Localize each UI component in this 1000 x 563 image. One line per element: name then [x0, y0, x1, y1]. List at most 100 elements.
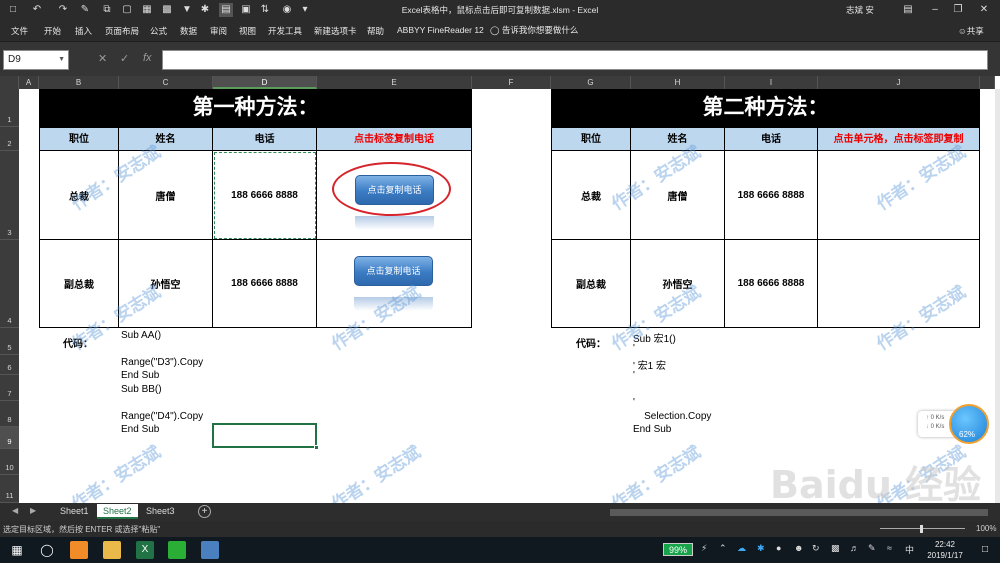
cloud-icon[interactable]: ☁ — [737, 543, 746, 554]
code1-line[interactable]: End Sub — [121, 424, 159, 435]
column-header-f[interactable]: F — [472, 76, 551, 89]
table2-cell-phone[interactable]: 188 6666 8888 — [725, 240, 818, 328]
active-cell-d9[interactable] — [212, 423, 319, 450]
table1-cell-phone-d4[interactable]: 188 6666 8888 — [213, 240, 317, 328]
cancel-icon[interactable]: ✕ — [98, 52, 107, 65]
column-header-b[interactable]: B — [39, 76, 119, 89]
chevron-up-icon[interactable]: ⌃ — [719, 543, 727, 554]
row-header-8[interactable]: 8 — [0, 401, 19, 427]
close-icon[interactable]: ✕ — [971, 1, 997, 19]
battery-indicator[interactable]: 99% — [663, 543, 693, 556]
insert-function-icon[interactable]: fx — [143, 52, 152, 64]
worksheet-grid[interactable]: 第一种方法： 职位 姓名 电话 点击标签复制电话 总裁 唐僧 188 6666 … — [19, 89, 995, 503]
add-sheet-icon[interactable]: + — [198, 505, 211, 518]
row-header-6[interactable]: 6 — [0, 355, 19, 375]
horizontal-scrollbar[interactable] — [610, 509, 988, 516]
search-icon[interactable]: ◯ — [38, 541, 56, 559]
qq-icon[interactable]: ☻ — [794, 543, 803, 553]
restore-icon[interactable]: ❐ — [945, 1, 971, 19]
tab-developer[interactable]: 开发工具 — [268, 25, 302, 37]
column-header-h[interactable]: H — [631, 76, 725, 89]
column-header-j[interactable]: J — [818, 76, 980, 89]
code2-line[interactable]: ' — [633, 397, 635, 408]
ribbon-options-icon[interactable]: ▤ — [895, 1, 921, 19]
row-header-4[interactable]: 4 — [0, 240, 19, 328]
file-explorer-icon[interactable] — [103, 541, 121, 559]
column-header-c[interactable]: C — [119, 76, 213, 89]
tab-file[interactable]: 文件 — [11, 25, 28, 37]
wifi-icon[interactable]: ≈ — [887, 543, 892, 553]
table1-header-position[interactable]: 职位 — [39, 127, 119, 151]
code2-line[interactable]: ' 宏1 宏 — [633, 357, 666, 372]
tab-help[interactable]: 帮助 — [367, 25, 384, 37]
scroll-left-icon[interactable]: ◀ — [12, 506, 18, 515]
table-icon[interactable]: ▦ — [140, 3, 154, 17]
column-header-g[interactable]: G — [551, 76, 631, 89]
plug-icon[interactable]: ⚡ — [701, 543, 707, 554]
format-painter-icon[interactable]: ✎ — [78, 3, 92, 17]
volume-icon[interactable]: ♬ — [850, 543, 859, 553]
sort-icon[interactable]: ⇅ — [258, 3, 272, 17]
app-icon[interactable] — [70, 541, 88, 559]
table1-header-name[interactable]: 姓名 — [119, 127, 213, 151]
camera-icon[interactable]: ◉ — [280, 3, 294, 17]
wechat-tray-icon[interactable]: ● — [776, 543, 781, 553]
tab-new[interactable]: 新建选项卡 — [314, 25, 357, 37]
tell-me[interactable]: ◯ 告诉我你想要做什么 — [490, 24, 578, 36]
row-header-7[interactable]: 7 — [0, 375, 19, 401]
chart-icon[interactable]: ▣ — [239, 3, 253, 17]
bluetooth-icon[interactable]: ✱ — [757, 543, 765, 554]
user-name[interactable]: 志斌 安 — [846, 4, 874, 16]
zoom-level[interactable]: 100% — [976, 524, 996, 533]
row-header-3[interactable]: 3 — [0, 151, 19, 240]
formula-input[interactable] — [162, 50, 988, 70]
tab-page-layout[interactable]: 页面布局 — [105, 25, 139, 37]
vertical-scrollbar[interactable] — [995, 89, 1000, 503]
row-header-10[interactable]: 10 — [0, 449, 19, 475]
table2-header-phone[interactable]: 电话 — [725, 127, 818, 151]
code2-line[interactable]: Selection.Copy — [633, 411, 711, 422]
table2-cell-position[interactable]: 副总裁 — [551, 240, 631, 328]
sheet-tab-sheet2[interactable]: Sheet2 — [97, 504, 138, 519]
pen-icon[interactable]: ✎ — [868, 543, 876, 554]
column-header-e[interactable]: E — [317, 76, 472, 89]
sheet-tab-sheet1[interactable]: Sheet1 — [54, 504, 95, 519]
table1-header-phone[interactable]: 电话 — [213, 127, 317, 151]
select-all[interactable] — [0, 76, 19, 89]
new-icon[interactable]: ▢ — [120, 3, 134, 17]
tab-review[interactable]: 审阅 — [210, 25, 227, 37]
grid-icon[interactable]: ▤ — [219, 3, 233, 17]
notification-icon[interactable]: □ — [978, 541, 992, 559]
tab-home[interactable]: 开始 — [44, 25, 61, 37]
tab-data[interactable]: 数据 — [180, 25, 197, 37]
code2-line[interactable]: End Sub — [633, 424, 671, 435]
row-header-11[interactable]: 11 — [0, 475, 19, 503]
code1-line[interactable]: End Sub — [121, 370, 159, 381]
wechat-icon[interactable] — [168, 541, 186, 559]
tab-insert[interactable]: 插入 — [75, 25, 92, 37]
row-header-1[interactable]: 1 — [0, 89, 19, 127]
table1-header-action[interactable]: 点击标签复制电话 — [317, 127, 472, 151]
sync-icon[interactable]: ↻ — [812, 543, 820, 554]
copy-icon[interactable]: ⧉ — [100, 3, 114, 17]
column-header-d[interactable]: D — [213, 76, 317, 89]
table1-cell-phone-d3[interactable]: 188 6666 8888 — [213, 151, 317, 240]
enter-icon[interactable]: ✓ — [120, 52, 129, 65]
network-icon[interactable]: ▩ — [831, 543, 840, 554]
save-icon[interactable]: □ — [6, 3, 20, 17]
filter-icon[interactable]: ▼ — [180, 3, 194, 17]
customize-icon[interactable]: ▾ — [298, 3, 312, 17]
zoom-slider-knob[interactable] — [920, 525, 923, 533]
tab-formulas[interactable]: 公式 — [150, 25, 167, 37]
row-header-9[interactable]: 9 — [0, 427, 19, 449]
speed-ball-icon[interactable]: 62% — [949, 404, 989, 444]
code1-line[interactable]: Range("D3").Copy — [121, 357, 203, 368]
undo-icon[interactable]: ↶ — [30, 3, 44, 17]
column-header-a[interactable]: A — [19, 76, 39, 89]
chevron-down-icon[interactable]: ▼ — [58, 51, 65, 69]
copy-phone-button-2[interactable]: 点击复制电话 — [354, 256, 433, 286]
code1-line[interactable]: Sub BB() — [121, 384, 162, 395]
code2-line[interactable]: ' — [633, 370, 635, 381]
row-header-2[interactable]: 2 — [0, 127, 19, 151]
column-header-i[interactable]: I — [725, 76, 818, 89]
